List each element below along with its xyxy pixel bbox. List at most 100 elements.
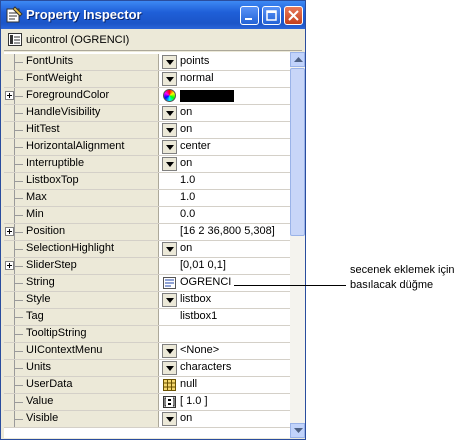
dropdown-button[interactable] <box>162 157 177 171</box>
dropdown-button[interactable] <box>162 412 177 426</box>
close-button[interactable] <box>284 6 303 25</box>
property-row-tag[interactable]: Tag listbox1 <box>4 309 290 326</box>
dropdown-button[interactable] <box>162 140 177 154</box>
property-name-cell[interactable]: FontWeight <box>4 71 159 87</box>
property-row-listboxtop[interactable]: ListboxTop 1.0 <box>4 173 290 190</box>
scroll-down-button[interactable] <box>290 423 305 438</box>
property-value-cell[interactable]: on <box>160 241 290 257</box>
property-value-cell[interactable] <box>160 88 290 104</box>
property-row-sliderstep[interactable]: SliderStep [0,01 0,1] <box>4 258 290 275</box>
property-name-cell[interactable]: HorizontalAlignment <box>4 139 159 155</box>
property-value-cell[interactable]: 1.0 <box>160 173 290 189</box>
property-name: TooltipString <box>26 327 87 339</box>
property-value-cell[interactable]: center <box>160 139 290 155</box>
property-value-cell[interactable] <box>160 326 290 342</box>
expand-icon[interactable] <box>5 227 14 236</box>
property-name-cell[interactable]: Value <box>4 394 159 410</box>
string-editor-icon[interactable] <box>163 277 176 289</box>
property-row-interruptible[interactable]: Interruptible on <box>4 156 290 173</box>
dropdown-button[interactable] <box>162 293 177 307</box>
property-value-cell[interactable]: null <box>160 377 290 393</box>
property-row-fontunits[interactable]: FontUnits points <box>4 54 290 71</box>
property-value-cell[interactable]: listbox1 <box>160 309 290 325</box>
color-swatch[interactable] <box>180 90 234 102</box>
property-row-hittest[interactable]: HitTest on <box>4 122 290 139</box>
property-name-cell[interactable]: Tag <box>4 309 159 325</box>
property-value-cell[interactable]: <None> <box>160 343 290 359</box>
property-row-foregroundcolor[interactable]: ForegroundColor <box>4 88 290 105</box>
property-row-horizontalalignment[interactable]: HorizontalAlignment center <box>4 139 290 156</box>
property-value-cell[interactable]: points <box>160 54 290 70</box>
property-row-selectionhighlight[interactable]: SelectionHighlight on <box>4 241 290 258</box>
property-value-cell[interactable]: normal <box>160 71 290 87</box>
property-name-cell[interactable]: UserData <box>4 377 159 393</box>
property-row-units[interactable]: Units characters <box>4 360 290 377</box>
dropdown-button[interactable] <box>162 361 177 375</box>
color-picker-icon[interactable] <box>163 89 176 102</box>
property-row-value[interactable]: Value [ 1.0 ] <box>4 394 290 411</box>
property-row-uicontextmenu[interactable]: UIContextMenu <None> <box>4 343 290 360</box>
dropdown-button[interactable] <box>162 344 177 358</box>
property-value-cell[interactable]: on <box>160 122 290 138</box>
property-value-cell[interactable]: on <box>160 156 290 172</box>
property-value-cell[interactable]: [ 1.0 ] <box>160 394 290 410</box>
property-name-cell[interactable]: Interruptible <box>4 156 159 172</box>
property-row-min[interactable]: Min 0.0 <box>4 207 290 224</box>
property-name: FontUnits <box>26 55 74 67</box>
property-name-cell[interactable]: SliderStep <box>4 258 159 274</box>
property-value-cell[interactable]: [0,01 0,1] <box>160 258 290 274</box>
property-row-handlevisibility[interactable]: HandleVisibility on <box>4 105 290 122</box>
table-editor-icon[interactable] <box>163 379 176 391</box>
property-row-visible[interactable]: Visible on <box>4 411 290 428</box>
property-name: UserData <box>26 378 73 390</box>
dropdown-button[interactable] <box>162 106 177 120</box>
maximize-button[interactable] <box>262 6 281 25</box>
property-name-cell[interactable]: Style <box>4 292 159 308</box>
property-name-cell[interactable]: Units <box>4 360 159 376</box>
expand-icon[interactable] <box>5 91 14 100</box>
property-row-fontweight[interactable]: FontWeight normal <box>4 71 290 88</box>
property-row-position[interactable]: Position [16 2 36,800 5,308] <box>4 224 290 241</box>
tree-branch <box>14 164 23 165</box>
property-row-style[interactable]: Style listbox <box>4 292 290 309</box>
dropdown-button[interactable] <box>162 123 177 137</box>
dropdown-button[interactable] <box>162 72 177 86</box>
matrix-editor-icon[interactable] <box>163 396 176 408</box>
property-name-cell[interactable]: Position <box>4 224 159 240</box>
property-name-cell[interactable]: Visible <box>4 411 159 427</box>
dropdown-button[interactable] <box>162 242 177 256</box>
property-name-cell[interactable]: FontUnits <box>4 54 159 70</box>
property-value-cell[interactable]: on <box>160 411 290 427</box>
property-name-cell[interactable]: String <box>4 275 159 291</box>
property-name-cell[interactable]: Min <box>4 207 159 223</box>
scroll-thumb[interactable] <box>290 68 305 236</box>
property-name-cell[interactable]: SelectionHighlight <box>4 241 159 257</box>
property-value-cell[interactable]: 0.0 <box>160 207 290 223</box>
property-name-cell[interactable]: HitTest <box>4 122 159 138</box>
property-name-cell[interactable]: UIContextMenu <box>4 343 159 359</box>
property-value: <None> <box>180 344 220 356</box>
property-name-cell[interactable]: TooltipString <box>4 326 159 342</box>
vertical-scrollbar[interactable] <box>290 52 305 438</box>
dropdown-button[interactable] <box>162 55 177 69</box>
property-value-cell[interactable]: 1.0 <box>160 190 290 206</box>
property-name-cell[interactable]: ForegroundColor <box>4 88 159 104</box>
property-value-cell[interactable]: characters <box>160 360 290 376</box>
property-value-cell[interactable]: listbox <box>160 292 290 308</box>
dropdown-arrow-icon <box>166 349 174 354</box>
property-name-cell[interactable]: HandleVisibility <box>4 105 159 121</box>
title-bar[interactable]: Property Inspector <box>1 1 305 29</box>
annotation-leader-line <box>234 285 346 286</box>
minimize-button[interactable] <box>240 6 259 25</box>
expand-icon[interactable] <box>5 261 14 270</box>
property-row-string[interactable]: String OGRENCI <box>4 275 290 292</box>
property-row-tooltipstring[interactable]: TooltipString <box>4 326 290 343</box>
property-name-cell[interactable]: ListboxTop <box>4 173 159 189</box>
property-value-cell[interactable]: OGRENCI <box>160 275 290 291</box>
property-row-max[interactable]: Max 1.0 <box>4 190 290 207</box>
property-value-cell[interactable]: on <box>160 105 290 121</box>
scroll-up-button[interactable] <box>290 52 305 67</box>
property-value-cell[interactable]: [16 2 36,800 5,308] <box>160 224 290 240</box>
property-row-userdata[interactable]: UserData null <box>4 377 290 394</box>
property-name-cell[interactable]: Max <box>4 190 159 206</box>
